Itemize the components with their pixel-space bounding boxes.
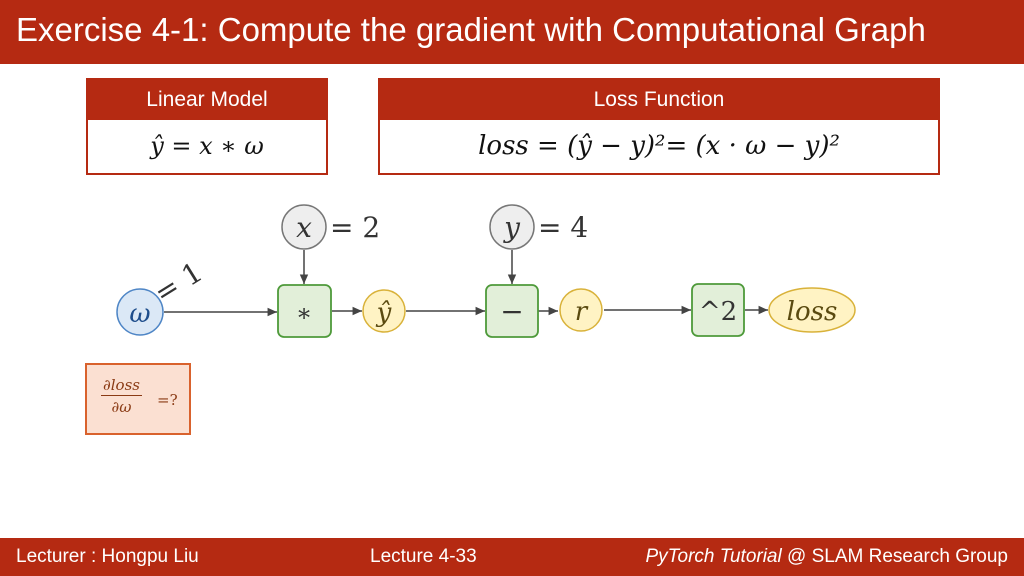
x-value: = 2 xyxy=(330,211,380,244)
footer-lecturer: Lecturer : Hongpu Liu xyxy=(16,546,199,567)
r-label: r xyxy=(575,297,589,327)
footer-course: PyTorch Tutorial @ SLAM Research Group xyxy=(646,546,1009,568)
gradient-numerator: ∂loss xyxy=(101,376,142,396)
computational-graph: ω = 1 x = 2 y = 4 ∗ ŷ − r ^2 loss xyxy=(116,204,856,338)
gradient-denominator: ∂ω xyxy=(111,398,132,416)
square-op-label: ^2 xyxy=(699,297,737,327)
gradient-fraction: ∂loss ∂ω xyxy=(101,375,142,418)
gradient-question-mark: =? xyxy=(157,391,178,409)
loss-label: loss xyxy=(787,297,838,327)
gradient-question-box: ∂loss ∂ω =? xyxy=(85,363,191,435)
y-label: y xyxy=(502,211,521,244)
footer-group: @ SLAM Research Group xyxy=(781,546,1008,567)
y-value: = 4 xyxy=(538,211,588,244)
footer-lecture-number: Lecture 4-33 xyxy=(370,546,477,567)
footer-course-name: PyTorch Tutorial xyxy=(645,546,782,567)
footer: Lecturer : Hongpu Liu Lecture 4-33 PyTor… xyxy=(0,538,1024,576)
multiply-op-label: ∗ xyxy=(296,299,312,327)
omega-label: ω xyxy=(129,299,150,329)
x-label: x xyxy=(296,211,312,244)
yhat-label: ŷ xyxy=(376,298,392,328)
subtract-op-label: − xyxy=(500,295,523,328)
